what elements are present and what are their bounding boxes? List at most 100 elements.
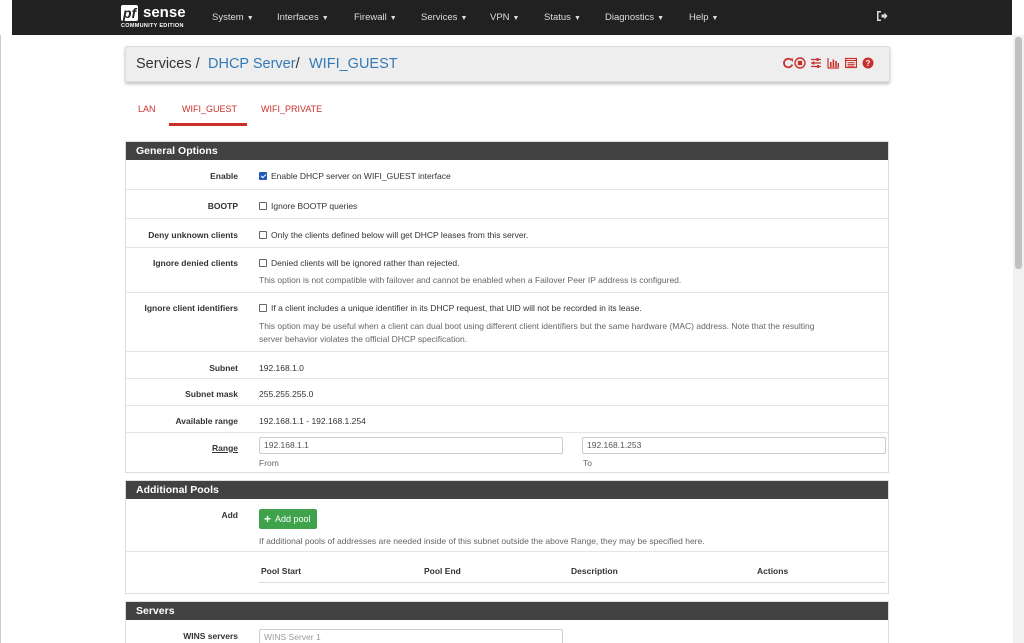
available-range-label: Available range [175,416,238,426]
stop-service-icon[interactable] [794,57,806,70]
plus-icon: + [264,512,272,526]
add-pool-button-label: Add pool [275,514,311,524]
caret-down-icon: ▼ [321,15,329,22]
nav-system-label: System [212,12,244,23]
chart-icon[interactable] [827,57,839,70]
navbar-right-gutter [1012,0,1024,35]
row-ignore-uid: Ignore client identifiers If a client in… [126,292,888,351]
logo-pf: pf [121,5,139,21]
ignore-denied-label: Ignore denied clients [152,258,238,268]
pfsense-logo[interactable]: pf sense COMMUNITY EDITION [121,5,193,31]
scrollbar-thumb[interactable] [1015,37,1022,269]
breadcrumb-separator: / [295,56,300,72]
caret-down-icon: ▼ [711,15,719,22]
page-scrollbar[interactable] [1013,35,1024,643]
range-to-input[interactable]: 192.168.1.253 [582,437,886,454]
ignore-denied-checkbox[interactable] [259,259,267,267]
enable-checkbox[interactable] [259,172,267,180]
row-available-range: Available range 192.168.1.1 - 192.168.1.… [126,405,888,432]
nav-status[interactable]: Status ▼ [544,0,581,35]
deny-unknown-label: Deny unknown clients [148,230,238,240]
nav-status-label: Status [544,12,571,23]
ignore-uid-checkbox-wrap[interactable]: If a client includes a unique identifier… [259,303,642,313]
row-wins: WINS servers WINS Server 1 [126,620,888,643]
ignore-uid-help-1: This option may be useful when a client … [259,321,815,331]
pool-end-header: Pool End [424,566,461,576]
available-range-value: 192.168.1.1 - 192.168.1.254 [259,416,366,426]
nav-services[interactable]: Services ▼ [421,0,467,35]
nav-vpn-label: VPN [490,12,510,23]
range-label: Range [212,443,238,453]
add-pool-help: If additional pools of addresses are nee… [259,536,705,546]
tab-wifi-guest[interactable]: WIFI_GUEST [182,104,237,114]
subnet-label: Subnet [209,363,238,373]
nav-firewall-label: Firewall [354,12,387,23]
caret-down-icon: ▼ [512,15,520,22]
deny-unknown-text: Only the clients defined below will get … [271,230,529,240]
caret-down-icon: ▼ [573,15,581,22]
range-to-label: To [583,458,592,468]
restart-service-icon[interactable] [782,57,794,70]
help-icon[interactable]: ? [862,57,874,70]
ignore-denied-help: This option is not compatible with failo… [259,275,682,285]
tab-wifi-private[interactable]: WIFI_PRIVATE [261,104,322,114]
range-from-input[interactable]: 192.168.1.1 [259,437,563,454]
wins-label: WINS servers [183,631,238,641]
window-left-edge [0,35,1,643]
row-bootp: BOOTP Ignore BOOTP queries [126,189,888,218]
additional-pools-heading: Additional Pools [126,481,888,499]
sliders-icon[interactable] [810,57,822,70]
ignore-denied-text: Denied clients will be ignored rather th… [271,258,460,268]
general-options-panel: General Options Enable Enable DHCP serve… [125,141,889,473]
table-header-divider [259,582,886,583]
deny-unknown-checkbox[interactable] [259,231,267,239]
additional-pools-panel: Additional Pools Add + Add pool If additi… [125,480,889,594]
enable-checkbox-wrap[interactable]: Enable DHCP server on WIFI_GUEST interfa… [259,171,451,181]
breadcrumb: Services / DHCP Server/ WIFI_GUEST ? [125,46,890,82]
logo-sense: sense [143,4,186,21]
navbar-left-gutter [0,0,12,35]
add-pool-button[interactable]: + Add pool [259,509,317,529]
wins-server-1-input[interactable]: WINS Server 1 [259,629,563,643]
nav-interfaces[interactable]: Interfaces ▼ [277,0,329,35]
row-enable: Enable Enable DHCP server on WIFI_GUEST … [126,160,888,189]
row-subnet: Subnet 192.168.1.0 [126,351,888,378]
range-from-label: From [259,458,279,468]
nav-diagnostics-label: Diagnostics [605,12,655,23]
servers-panel: Servers WINS servers WINS Server 1 [125,601,889,643]
row-range: Range 192.168.1.1 192.168.1.253 From To [126,432,888,472]
subnet-mask-label: Subnet mask [185,389,238,399]
pools-table: Pool Start Pool End Description Actions [126,551,888,593]
servers-heading: Servers [126,602,888,620]
ignore-denied-checkbox-wrap[interactable]: Denied clients will be ignored rather th… [259,258,460,268]
breadcrumb-interface-link[interactable]: WIFI_GUEST [309,56,398,72]
breadcrumb-separator: / [195,56,200,72]
nav-firewall[interactable]: Firewall ▼ [354,0,397,35]
top-navbar: pf sense COMMUNITY EDITION System ▼ Inter… [0,0,1024,35]
breadcrumb-services: Services / [136,56,200,72]
deny-unknown-checkbox-wrap[interactable]: Only the clients defined below will get … [259,230,528,240]
bootp-text: Ignore BOOTP queries [271,201,358,211]
nav-interfaces-label: Interfaces [277,12,319,23]
ignore-uid-label: Ignore client identifiers [144,303,238,313]
tab-lan[interactable]: LAN [138,104,156,114]
bootp-checkbox[interactable] [259,202,267,210]
nav-vpn[interactable]: VPN ▼ [490,0,519,35]
breadcrumb-dhcp-link[interactable]: DHCP Server/ [208,56,300,72]
log-icon[interactable] [845,57,858,70]
caret-down-icon: ▼ [460,15,468,22]
breadcrumb-services-label: Services [136,56,192,72]
nav-system[interactable]: System ▼ [212,0,254,35]
nav-help[interactable]: Help ▼ [689,0,718,35]
row-add-pool: Add + Add pool If additional pools of add… [126,499,888,551]
ignore-uid-checkbox[interactable] [259,304,267,312]
caret-down-icon: ▼ [246,15,254,22]
pool-start-header: Pool Start [261,566,302,576]
row-ignore-denied: Ignore denied clients Denied clients wil… [126,247,888,292]
caret-down-icon: ▼ [389,15,397,22]
description-header: Description [571,566,618,576]
nav-diagnostics[interactable]: Diagnostics ▼ [605,0,664,35]
sign-out-icon[interactable] [876,10,890,24]
row-deny-unknown: Deny unknown clients Only the clients de… [126,218,888,247]
bootp-checkbox-wrap[interactable]: Ignore BOOTP queries [259,201,357,211]
